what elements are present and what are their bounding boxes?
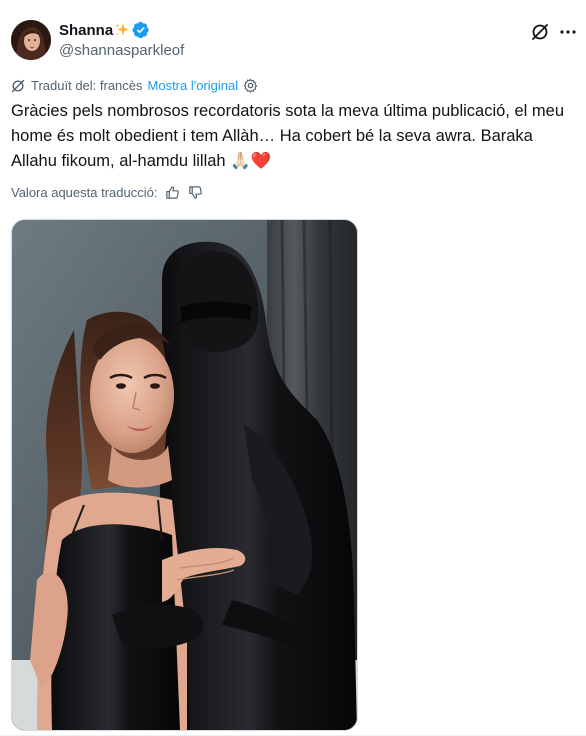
display-name[interactable]: Shanna [59, 22, 113, 39]
avatar-image [11, 20, 51, 60]
thumbs-up-icon[interactable] [165, 185, 180, 200]
author-block: Shanna @shannasparkleof [59, 20, 184, 60]
rate-translation-label: Valora aquesta traducció: [11, 185, 158, 200]
post-image[interactable] [11, 219, 358, 731]
more-options-icon[interactable] [558, 22, 578, 42]
grok-icon[interactable] [530, 22, 550, 42]
name-row: Shanna [59, 20, 184, 40]
rate-translation: Valora aquesta traducció: [11, 185, 203, 200]
gear-icon[interactable] [243, 78, 258, 93]
sparkle-icon [114, 22, 130, 38]
translation-info: Traduït del: francès Mostra l'original [11, 78, 258, 93]
translated-from-label: Traduït del: francès [31, 78, 143, 93]
translate-icon [11, 79, 25, 93]
verified-badge-icon[interactable] [132, 21, 150, 39]
handle[interactable]: @shannasparkleof [59, 42, 184, 59]
thumbs-down-icon[interactable] [188, 185, 203, 200]
tweet: Shanna @shannasparkleof Traduït del: fra… [0, 0, 586, 736]
post-text: Gràcies pels nombrosos recordatoris sota… [11, 102, 569, 170]
show-original-link[interactable]: Mostra l'original [148, 78, 239, 93]
photo [12, 220, 357, 730]
avatar[interactable] [11, 20, 51, 60]
